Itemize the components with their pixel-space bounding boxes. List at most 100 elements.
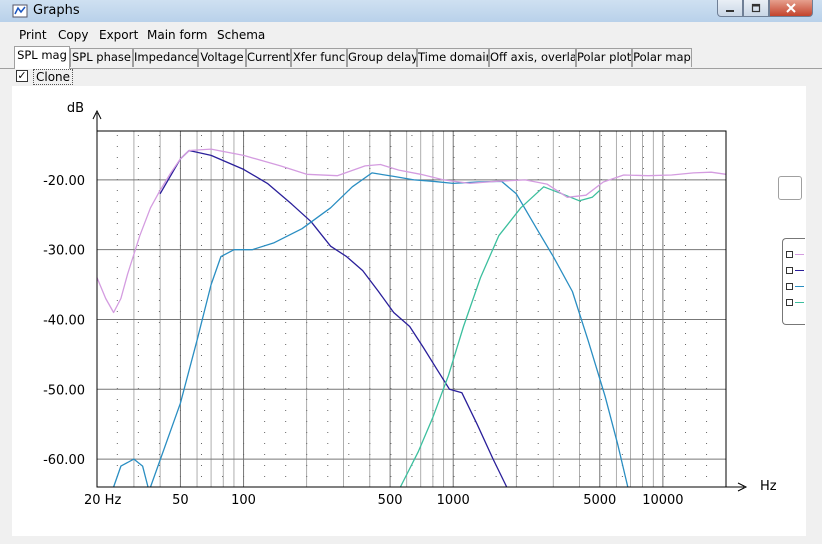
grid-dot: [432, 476, 434, 477]
title-bar[interactable]: Graphs: [0, 0, 822, 22]
tab-current[interactable]: Current: [246, 48, 291, 67]
grid-dot: [285, 245, 287, 246]
grid-dot: [558, 476, 560, 477]
grid-dot: [579, 333, 581, 334]
grid-dot: [390, 432, 392, 433]
grid-dot: [200, 267, 202, 268]
grid-dot: [369, 410, 371, 411]
grid-dot: [579, 190, 581, 191]
grid-dot: [432, 234, 434, 235]
tab-off-axis-overlay[interactable]: Off axis, overlay: [489, 48, 576, 67]
grid-dot: [179, 421, 181, 422]
grid-dot: [537, 333, 539, 334]
grid-dot: [285, 454, 287, 455]
grid-dot: [390, 366, 392, 367]
grid-dot: [137, 443, 139, 444]
tab-group-delay[interactable]: Group delay: [347, 48, 417, 67]
grid-dot: [222, 289, 224, 290]
grid-dot: [348, 432, 350, 433]
grid-dot: [200, 289, 202, 290]
plot-area[interactable]: -20.00 -30.00 -40.00 -50.00 -60.00 20 Hz 50 100…: [12, 86, 806, 536]
grid-dot: [116, 344, 118, 345]
grid-dot: [432, 223, 434, 224]
tab-xfer-func[interactable]: Xfer func: [291, 48, 347, 67]
tab-impedance[interactable]: Impedance: [133, 48, 198, 67]
grid-dot: [116, 355, 118, 356]
grid-dot: [285, 443, 287, 444]
grid-dot: [179, 333, 181, 334]
legend-entry[interactable]: [786, 283, 804, 292]
grid-dot: [453, 322, 455, 323]
grid-dot: [137, 157, 139, 158]
grid-dot: [411, 300, 413, 301]
grid-dot: [516, 333, 518, 334]
legend-entry[interactable]: [786, 267, 804, 276]
tab-polar-plot[interactable]: Polar plot: [576, 48, 632, 67]
grid-dot: [474, 201, 476, 202]
grid-dot: [558, 322, 560, 323]
grid-dot: [222, 421, 224, 422]
tab-polar-map[interactable]: Polar map: [632, 48, 692, 67]
grid-dot: [200, 421, 202, 422]
grid-dot: [432, 443, 434, 444]
grid-dot: [243, 201, 245, 202]
grid-dot: [621, 476, 623, 477]
tab-time-domain[interactable]: Time domain: [417, 48, 489, 67]
menu-copy[interactable]: Copy: [58, 28, 88, 42]
x-tick-label: 50: [172, 493, 189, 508]
grid-dot: [369, 223, 371, 224]
close-button[interactable]: [769, 0, 813, 17]
grid-dot: [621, 443, 623, 444]
tab-spl-phase[interactable]: SPL phase: [70, 48, 133, 67]
tab-voltage[interactable]: Voltage: [198, 48, 246, 67]
clone-checkbox[interactable]: ✓: [16, 70, 28, 82]
grid-dot: [453, 190, 455, 191]
grid-dot: [685, 333, 687, 334]
grid-dot: [411, 146, 413, 147]
grid-dot: [306, 322, 308, 323]
grid-dot: [243, 333, 245, 334]
grid-dot: [474, 311, 476, 312]
grid-dot: [222, 333, 224, 334]
grid-dot: [579, 454, 581, 455]
grid-dot: [327, 201, 329, 202]
grid-dot: [264, 410, 266, 411]
maximize-button[interactable]: [743, 0, 769, 17]
grid-dot: [432, 168, 434, 169]
grid-dot: [600, 377, 602, 378]
grid-dot: [243, 377, 245, 378]
legend-entry[interactable]: [786, 251, 804, 260]
grid-dot: [327, 135, 329, 136]
menu-print[interactable]: Print: [19, 28, 47, 42]
legend-toggle-box[interactable]: [778, 176, 802, 200]
grid-dot: [369, 157, 371, 158]
grid-dot: [306, 135, 308, 136]
minimize-button[interactable]: [717, 0, 743, 17]
menu-schema[interactable]: Schema: [217, 28, 265, 42]
series-line: [96, 148, 727, 314]
grid-dot: [474, 135, 476, 136]
grid-dot: [453, 443, 455, 444]
grid-dot: [706, 355, 708, 356]
menu-export[interactable]: Export: [99, 28, 138, 42]
grid-dot: [495, 223, 497, 224]
grid-dot: [600, 344, 602, 345]
tab-spl-mag[interactable]: SPL mag: [14, 46, 70, 69]
grid-dot: [285, 377, 287, 378]
grid-dot: [516, 432, 518, 433]
grid-dot: [495, 267, 497, 268]
grid-dot: [600, 201, 602, 202]
grid-dot: [306, 300, 308, 301]
grid-dot: [243, 157, 245, 158]
grid-dot: [390, 300, 392, 301]
spl-chart[interactable]: -20.00 -30.00 -40.00 -50.00 -60.00 20 Hz 50 100…: [12, 86, 806, 536]
grid-dot: [158, 476, 160, 477]
grid-dot: [411, 223, 413, 224]
legend-entry[interactable]: [786, 299, 804, 308]
grid-dot: [369, 454, 371, 455]
grid-dot: [706, 410, 708, 411]
menu-main-form[interactable]: Main form: [147, 28, 207, 42]
grid-dot: [537, 377, 539, 378]
grid-dot: [390, 443, 392, 444]
series-legend-panel[interactable]: [782, 238, 805, 325]
